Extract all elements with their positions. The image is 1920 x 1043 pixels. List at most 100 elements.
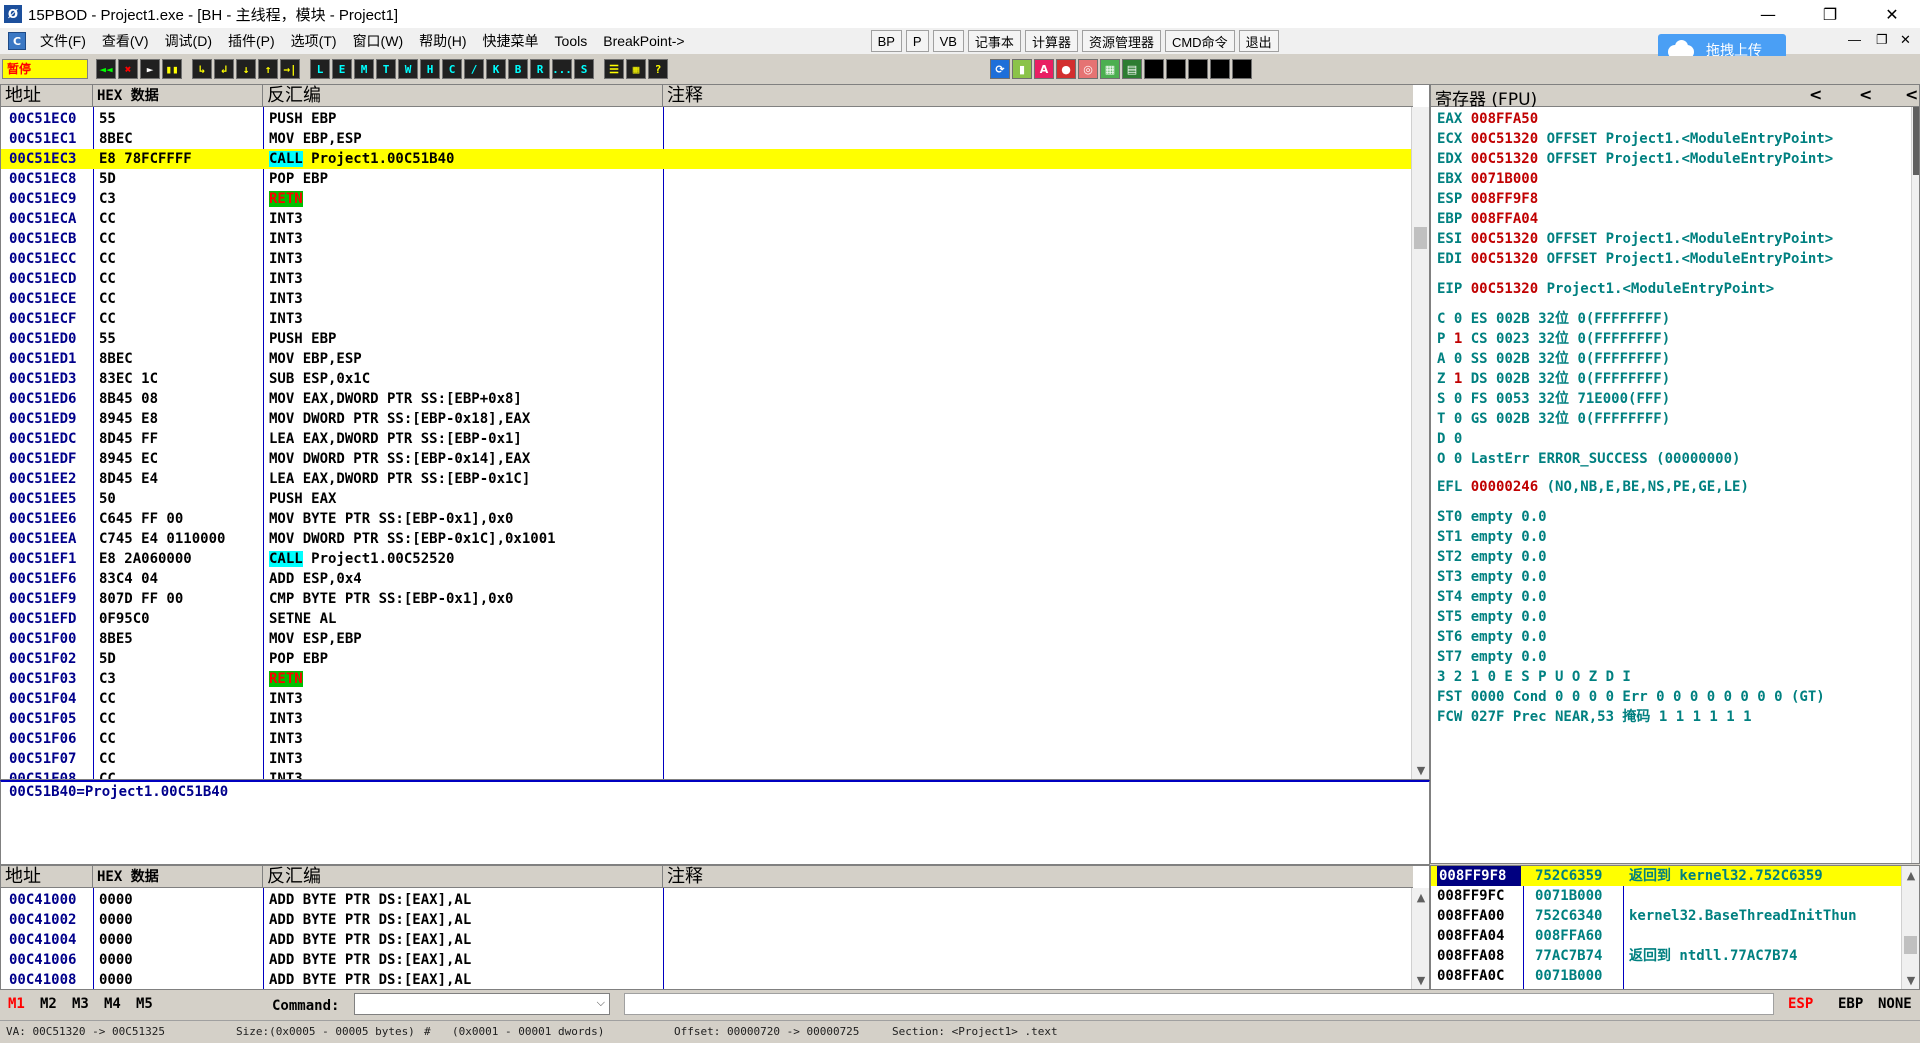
close-button[interactable]: ✕	[1869, 0, 1915, 28]
register-line[interactable]: FST 0000 Cond 0 0 0 0 Err 0 0 0 0 0 0 0 …	[1437, 687, 1825, 707]
code-row[interactable]: 00C51ECE CC INT3	[1, 289, 1413, 309]
code-row[interactable]: 00C51EC3 E8 78FCFFFF CALL Project1.00C51B4…	[1, 149, 1413, 169]
call-stack-window-button[interactable]: K	[486, 59, 506, 79]
blank-tool-icon[interactable]	[1166, 59, 1186, 79]
plugin-icon[interactable]: ▮	[1012, 59, 1032, 79]
code-row[interactable]: 00C51EF6 83C4 04 ADD ESP,0x4	[1, 569, 1413, 589]
register-line[interactable]: P 1 CS 0023 32位 0(FFFFFFFF)	[1437, 329, 1670, 349]
menu-view[interactable]: 查看(V)	[94, 31, 157, 51]
menu-breakpoint[interactable]: BreakPoint->	[595, 33, 692, 49]
register-line[interactable]: ST6 empty 0.0	[1437, 627, 1547, 647]
code-row[interactable]: 00C51ED0 55 PUSH EBP	[1, 329, 1413, 349]
stack-row[interactable]: 008FFA08 77AC7B74 返回到 ntdll.77AC7B74	[1431, 946, 1903, 966]
blank-tool-icon[interactable]	[1188, 59, 1208, 79]
code-row[interactable]: 00C51ED9 8945 E8 MOV DWORD PTR SS:[EBP-0x1…	[1, 409, 1413, 429]
registers-scrollbar[interactable]	[1911, 107, 1919, 863]
code-row[interactable]: 00C51EC1 8BEC MOV EBP,ESP	[1, 129, 1413, 149]
source-window-button[interactable]: S	[574, 59, 594, 79]
code-row[interactable]: 00C41004 0000 ADD BYTE PTR DS:[EAX],AL	[1, 930, 1413, 950]
menu-debug[interactable]: 调试(D)	[157, 31, 220, 51]
register-line[interactable]: ST0 empty 0.0	[1437, 507, 1547, 527]
code-row[interactable]: 00C51ED3 83EC 1C SUB ESP,0x1C	[1, 369, 1413, 389]
mark-m2[interactable]: M2	[40, 996, 57, 1012]
code-row[interactable]: 00C51F07 CC INT3	[1, 749, 1413, 769]
register-line[interactable]: EFL 00000246 (NO,NB,E,BE,NS,PE,GE,LE)	[1437, 477, 1749, 497]
target-icon[interactable]: ◎	[1078, 59, 1098, 79]
register-line[interactable]: ESI 00C51320 OFFSET Project1.<ModuleEntr…	[1437, 229, 1833, 249]
menu-help[interactable]: 帮助(H)	[411, 31, 474, 51]
cmd-button[interactable]: CMD命令	[1164, 30, 1235, 52]
a-plugin-icon[interactable]: A	[1034, 59, 1054, 79]
code-row[interactable]: 00C51F08 CC INT3	[1, 769, 1413, 779]
scroll-down-icon[interactable]: ▼	[1412, 763, 1429, 779]
stack-row[interactable]: 008FF9FC 0071B000	[1431, 886, 1903, 906]
code-row[interactable]: 00C51ECF CC INT3	[1, 309, 1413, 329]
step-over-button[interactable]: ↲	[214, 59, 234, 79]
none-toggle[interactable]: NONE	[1878, 996, 1912, 1012]
stack-pane[interactable]: 008FF9F8 752C6359 返回到 kernel32.752C6359 008…	[1430, 865, 1920, 990]
code-row[interactable]: 00C51EC0 55 PUSH EBP	[1, 109, 1413, 129]
maximize-button[interactable]: ❐	[1807, 0, 1853, 28]
menu-plugins[interactable]: 插件(P)	[220, 31, 283, 51]
dump-scrollbar[interactable]: ▲ ▼	[1411, 888, 1429, 989]
register-line[interactable]: EBP 008FFA04	[1437, 209, 1538, 229]
register-line[interactable]: EIP 00C51320 Project1.<ModuleEntryPoint>	[1437, 279, 1774, 299]
mdi-minimize-button[interactable]: —	[1848, 32, 1861, 47]
mark-m1[interactable]: M1	[8, 996, 25, 1012]
help-button[interactable]: ?	[648, 59, 668, 79]
pause-button[interactable]: ▮▮	[162, 59, 182, 79]
register-line[interactable]: EAX 008FFA50	[1437, 109, 1538, 129]
modules-window-button[interactable]: E	[332, 59, 352, 79]
windows-window-button[interactable]: W	[398, 59, 418, 79]
column-header-comment[interactable]: 注释	[663, 85, 1413, 107]
code-row[interactable]: 00C51F03 C3 RETN	[1, 669, 1413, 689]
code-row[interactable]: 00C51F04 CC INT3	[1, 689, 1413, 709]
register-line[interactable]: FCW 027F Prec NEAR,53 掩码 1 1 1 1 1 1	[1437, 707, 1752, 727]
register-line[interactable]: ESP 008FF9F8	[1437, 189, 1538, 209]
trace-over-button[interactable]: ↑	[258, 59, 278, 79]
breakpoints-window-button[interactable]: B	[508, 59, 528, 79]
explorer-button[interactable]: 资源管理器	[1081, 30, 1161, 52]
registers-prev-button[interactable]: <	[1809, 85, 1822, 104]
mark-m4[interactable]: M4	[104, 996, 121, 1012]
menu-shortcuts[interactable]: 快捷菜单	[475, 31, 547, 51]
code-row[interactable]: 00C51ED6 8B45 08 MOV EAX,DWORD PTR SS:[EBP…	[1, 389, 1413, 409]
column-header-address[interactable]: 地址	[1, 85, 93, 107]
system-menu-icon[interactable]: C	[8, 32, 26, 50]
scroll-down-icon[interactable]: ▼	[1412, 973, 1429, 989]
code-row[interactable]: 00C51ECD CC INT3	[1, 269, 1413, 289]
code-row[interactable]: 00C51ECB CC INT3	[1, 229, 1413, 249]
code-row[interactable]: 00C51F06 CC INT3	[1, 729, 1413, 749]
blank-tool-icon[interactable]	[1210, 59, 1230, 79]
esp-toggle[interactable]: ESP	[1788, 996, 1813, 1012]
step-into-button[interactable]: ↳	[192, 59, 212, 79]
mark-m5[interactable]: M5	[136, 996, 153, 1012]
register-line[interactable]: EDI 00C51320 OFFSET Project1.<ModuleEntr…	[1437, 249, 1833, 269]
scroll-down-icon[interactable]: ▼	[1902, 973, 1919, 989]
register-line[interactable]: ST5 empty 0.0	[1437, 607, 1547, 627]
stack-scrollbar[interactable]: ▲ ▼	[1901, 866, 1919, 989]
scrollbar-thumb[interactable]	[1414, 227, 1427, 249]
column-header-disasm[interactable]: 反汇编	[263, 85, 663, 107]
code-row[interactable]: 00C51ECA CC INT3	[1, 209, 1413, 229]
code-row[interactable]: 00C41000 0000 ADD BYTE PTR DS:[EAX],AL	[1, 890, 1413, 910]
register-line[interactable]: S 0 FS 0053 32位 71E000(FFF)	[1437, 389, 1670, 409]
register-line[interactable]: O 0 LastErr ERROR_SUCCESS (00000000)	[1437, 449, 1740, 469]
register-line[interactable]: EBX 0071B000	[1437, 169, 1538, 189]
mdi-close-button[interactable]: ✕	[1900, 32, 1911, 48]
handles-window-button[interactable]: H	[420, 59, 440, 79]
notepad-button[interactable]: 记事本	[967, 30, 1021, 52]
vb-button[interactable]: VB	[932, 30, 964, 52]
stack-row[interactable]: 008FFA00 752C6340 kernel32.BaseThreadInitT…	[1431, 906, 1903, 926]
register-line[interactable]: C 0 ES 002B 32位 0(FFFFFFFF)	[1437, 309, 1670, 329]
scrollbar-thumb[interactable]	[1913, 107, 1919, 175]
code-row[interactable]: 00C51EEA C745 E4 0110000 MOV DWORD PTR SS:…	[1, 529, 1413, 549]
register-line[interactable]: ST3 empty 0.0	[1437, 567, 1547, 587]
references-window-button[interactable]: R	[530, 59, 550, 79]
code-row[interactable]: 00C51EDF 8945 EC MOV DWORD PTR SS:[EBP-0x1…	[1, 449, 1413, 469]
register-line[interactable]: T 0 GS 002B 32位 0(FFFFFFFF)	[1437, 409, 1670, 429]
appearance-button[interactable]: ▦	[626, 59, 646, 79]
register-line[interactable]: Z 1 DS 002B 32位 0(FFFFFFFF)	[1437, 369, 1670, 389]
code-row[interactable]: 00C51ECC CC INT3	[1, 249, 1413, 269]
stack-row[interactable]: 008FFA04 008FFA60	[1431, 926, 1903, 946]
